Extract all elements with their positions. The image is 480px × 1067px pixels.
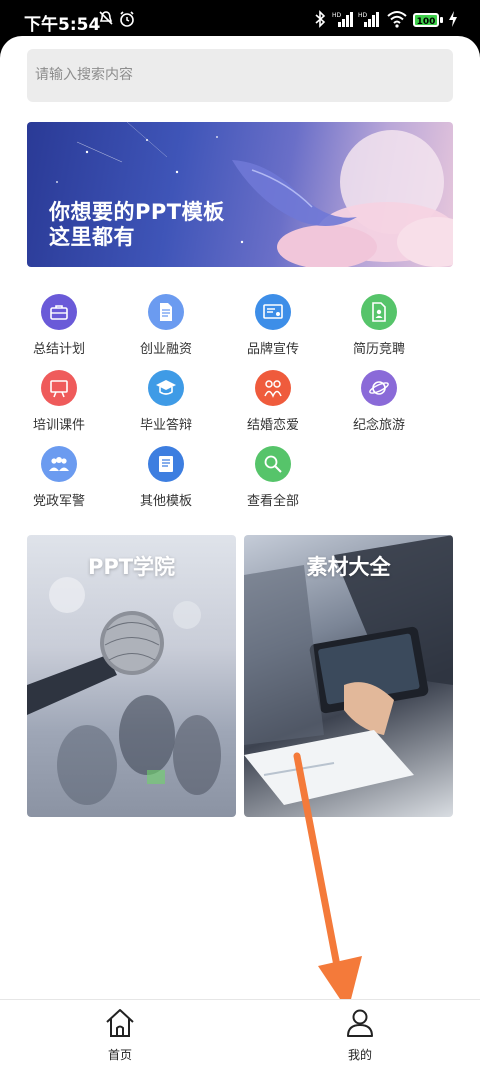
signal-icon: HD <box>358 10 380 32</box>
category-item[interactable]: 简历竞聘 <box>339 294 419 364</box>
svg-text:HD: HD <box>358 12 368 19</box>
resume-icon <box>361 294 397 330</box>
category-label: 毕业答辩 <box>139 418 192 433</box>
battery-tip <box>440 17 443 23</box>
category-label: 培训课件 <box>32 418 85 433</box>
search-icon <box>255 446 291 482</box>
category-item[interactable]: 创业融资 <box>126 294 206 364</box>
ppt-academy-card[interactable]: PPT学院 <box>27 535 236 817</box>
category-label: 查看全部 <box>246 494 299 509</box>
heart-couple-icon <box>255 370 291 406</box>
category-item[interactable]: 结婚恋爱 <box>233 370 313 440</box>
category-label: 创业融资 <box>139 342 192 357</box>
planet-icon <box>361 370 397 406</box>
card-title: PPT学院 <box>87 555 176 579</box>
bottom-nav: 首页 我的 <box>0 999 480 1067</box>
signal-icon: HD <box>332 10 354 32</box>
home-icon <box>106 1009 134 1037</box>
status-time: 下午5:54 <box>24 15 101 35</box>
category-label: 简历竞聘 <box>352 342 405 357</box>
banner-title: 你想要的PPT模板 这里都有 <box>49 200 225 249</box>
certificate-icon <box>255 294 291 330</box>
search-input[interactable]: 请输入搜索内容 <box>27 49 453 102</box>
category-item[interactable]: 品牌宣传 <box>233 294 313 364</box>
category-item[interactable]: 查看全部 <box>233 446 313 516</box>
charging-icon <box>448 11 458 31</box>
group-icon <box>41 446 77 482</box>
category-item[interactable]: 毕业答辩 <box>126 370 206 440</box>
category-item[interactable]: 党政军警 <box>19 446 99 516</box>
nav-profile-label: 我的 <box>347 1048 372 1062</box>
nav-home[interactable]: 首页 <box>80 1006 160 1063</box>
mute-icon <box>98 10 114 30</box>
svg-text:HD: HD <box>332 12 342 19</box>
category-label: 品牌宣传 <box>246 342 299 357</box>
nav-profile[interactable]: 我的 <box>320 1006 400 1063</box>
materials-card[interactable]: 素材大全 <box>244 535 453 817</box>
category-label: 总结计划 <box>32 342 85 357</box>
category-item[interactable]: 总结计划 <box>19 294 99 364</box>
status-bar: 下午5:54 HD HD 100 <box>0 0 480 40</box>
card-title: 素材大全 <box>306 555 391 579</box>
promo-banner[interactable]: 你想要的PPT模板 这里都有 <box>27 122 453 267</box>
book-icon <box>148 446 184 482</box>
category-label: 纪念旅游 <box>352 418 405 433</box>
category-item[interactable]: 培训课件 <box>19 370 99 440</box>
user-icon <box>347 1009 373 1037</box>
category-label: 结婚恋爱 <box>246 418 299 433</box>
battery-icon: 100 <box>413 13 439 27</box>
briefcase-icon <box>41 294 77 330</box>
bluetooth-icon <box>314 10 326 32</box>
category-label: 党政军警 <box>32 494 85 509</box>
nav-home-label: 首页 <box>107 1048 132 1062</box>
category-label: 其他模板 <box>139 494 192 509</box>
alarm-icon <box>118 10 136 32</box>
category-item[interactable]: 纪念旅游 <box>339 370 419 440</box>
graduation-cap-icon <box>148 370 184 406</box>
home-page: 请输入搜索内容 你想要的PPT模板 这里都有 总结计划 创业融资 品牌宣传 简历… <box>0 36 480 1067</box>
document-icon <box>148 294 184 330</box>
wifi-icon <box>386 10 408 32</box>
presentation-icon <box>41 370 77 406</box>
category-item[interactable]: 其他模板 <box>126 446 206 516</box>
